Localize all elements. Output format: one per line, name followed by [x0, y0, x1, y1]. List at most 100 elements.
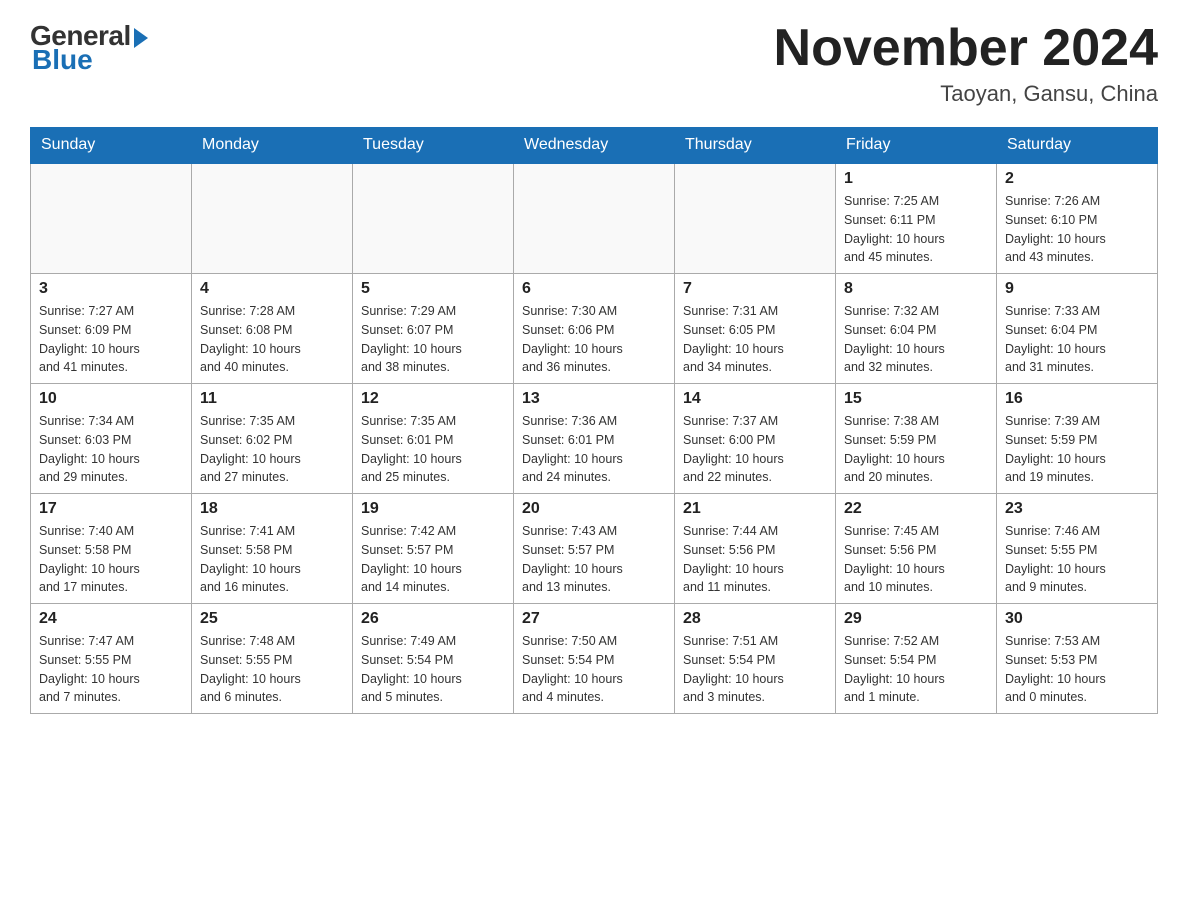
page-header: General Blue November 2024 Taoyan, Gansu… [30, 20, 1158, 107]
calendar-cell: 7 Sunrise: 7:31 AM Sunset: 6:05 PM Daylig… [675, 274, 836, 384]
day-info: Sunrise: 7:45 AM Sunset: 5:56 PM Dayligh… [844, 522, 988, 597]
calendar-cell: 6 Sunrise: 7:30 AM Sunset: 6:06 PM Daylig… [514, 274, 675, 384]
day-info: Sunrise: 7:28 AM Sunset: 6:08 PM Dayligh… [200, 302, 344, 377]
day-info: Sunrise: 7:38 AM Sunset: 5:59 PM Dayligh… [844, 412, 988, 487]
day-info: Sunrise: 7:44 AM Sunset: 5:56 PM Dayligh… [683, 522, 827, 597]
calendar-cell: 26 Sunrise: 7:49 AM Sunset: 5:54 PM Dayli… [353, 604, 514, 714]
weekday-header-monday: Monday [192, 128, 353, 164]
day-number: 22 [844, 500, 988, 518]
day-info: Sunrise: 7:30 AM Sunset: 6:06 PM Dayligh… [522, 302, 666, 377]
calendar-cell: 19Sunrise: 7:42 AM Sunset: 5:57 PM Dayli… [353, 494, 514, 604]
day-info: Sunrise: 7:25 AM Sunset: 6:11 PM Dayligh… [844, 192, 988, 267]
calendar-cell: 3 Sunrise: 7:27 AM Sunset: 6:09 PM Daylig… [31, 274, 192, 384]
calendar-cell: 5 Sunrise: 7:29 AM Sunset: 6:07 PM Daylig… [353, 274, 514, 384]
calendar-cell: 1Sunrise: 7:25 AM Sunset: 6:11 PM Daylig… [836, 163, 997, 274]
weekday-header-row: SundayMondayTuesdayWednesdayThursdayFrid… [31, 128, 1158, 164]
weekday-header-thursday: Thursday [675, 128, 836, 164]
title-block: November 2024 Taoyan, Gansu, China [774, 20, 1158, 107]
day-info: Sunrise: 7:41 AM Sunset: 5:58 PM Dayligh… [200, 522, 344, 597]
logo-blue-text: Blue [32, 44, 93, 76]
week-row-2: 3 Sunrise: 7:27 AM Sunset: 6:09 PM Daylig… [31, 274, 1158, 384]
day-number: 3 [39, 280, 183, 298]
calendar-cell: 17Sunrise: 7:40 AM Sunset: 5:58 PM Dayli… [31, 494, 192, 604]
day-number: 30 [1005, 610, 1149, 628]
calendar-cell: 11Sunrise: 7:35 AM Sunset: 6:02 PM Dayli… [192, 384, 353, 494]
calendar-table: SundayMondayTuesdayWednesdayThursdayFrid… [30, 127, 1158, 714]
day-number: 14 [683, 390, 827, 408]
calendar-cell: 8Sunrise: 7:32 AM Sunset: 6:04 PM Daylig… [836, 274, 997, 384]
day-number: 7 [683, 280, 827, 298]
day-info: Sunrise: 7:36 AM Sunset: 6:01 PM Dayligh… [522, 412, 666, 487]
day-number: 26 [361, 610, 505, 628]
month-title: November 2024 [774, 20, 1158, 77]
day-info: Sunrise: 7:33 AM Sunset: 6:04 PM Dayligh… [1005, 302, 1149, 377]
day-number: 10 [39, 390, 183, 408]
calendar-cell: 10Sunrise: 7:34 AM Sunset: 6:03 PM Dayli… [31, 384, 192, 494]
calendar-cell: 29 Sunrise: 7:52 AM Sunset: 5:54 PM Dayli… [836, 604, 997, 714]
calendar-cell [192, 163, 353, 274]
day-info: Sunrise: 7:32 AM Sunset: 6:04 PM Dayligh… [844, 302, 988, 377]
calendar-cell [675, 163, 836, 274]
day-info: Sunrise: 7:48 AM Sunset: 5:55 PM Dayligh… [200, 632, 344, 707]
calendar-cell: 23 Sunrise: 7:46 AM Sunset: 5:55 PM Dayli… [997, 494, 1158, 604]
logo-arrow-icon [134, 28, 148, 48]
week-row-1: 1Sunrise: 7:25 AM Sunset: 6:11 PM Daylig… [31, 163, 1158, 274]
day-number: 29 [844, 610, 988, 628]
calendar-cell: 16Sunrise: 7:39 AM Sunset: 5:59 PM Dayli… [997, 384, 1158, 494]
calendar-cell: 15Sunrise: 7:38 AM Sunset: 5:59 PM Dayli… [836, 384, 997, 494]
day-number: 2 [1005, 170, 1149, 188]
day-number: 28 [683, 610, 827, 628]
location-text: Taoyan, Gansu, China [774, 81, 1158, 107]
day-info: Sunrise: 7:47 AM Sunset: 5:55 PM Dayligh… [39, 632, 183, 707]
calendar-cell: 24 Sunrise: 7:47 AM Sunset: 5:55 PM Dayli… [31, 604, 192, 714]
day-number: 21 [683, 500, 827, 518]
weekday-header-wednesday: Wednesday [514, 128, 675, 164]
calendar-cell: 2 Sunrise: 7:26 AM Sunset: 6:10 PM Daylig… [997, 163, 1158, 274]
day-number: 13 [522, 390, 666, 408]
day-info: Sunrise: 7:46 AM Sunset: 5:55 PM Dayligh… [1005, 522, 1149, 597]
day-number: 27 [522, 610, 666, 628]
calendar-cell [353, 163, 514, 274]
day-number: 11 [200, 390, 344, 408]
day-info: Sunrise: 7:53 AM Sunset: 5:53 PM Dayligh… [1005, 632, 1149, 707]
day-info: Sunrise: 7:49 AM Sunset: 5:54 PM Dayligh… [361, 632, 505, 707]
day-number: 5 [361, 280, 505, 298]
weekday-header-tuesday: Tuesday [353, 128, 514, 164]
weekday-header-saturday: Saturday [997, 128, 1158, 164]
day-info: Sunrise: 7:27 AM Sunset: 6:09 PM Dayligh… [39, 302, 183, 377]
calendar-cell: 30 Sunrise: 7:53 AM Sunset: 5:53 PM Dayli… [997, 604, 1158, 714]
logo: General Blue [30, 20, 148, 76]
week-row-3: 10Sunrise: 7:34 AM Sunset: 6:03 PM Dayli… [31, 384, 1158, 494]
day-info: Sunrise: 7:26 AM Sunset: 6:10 PM Dayligh… [1005, 192, 1149, 267]
calendar-cell: 20Sunrise: 7:43 AM Sunset: 5:57 PM Dayli… [514, 494, 675, 604]
calendar-cell [514, 163, 675, 274]
calendar-body: 1Sunrise: 7:25 AM Sunset: 6:11 PM Daylig… [31, 163, 1158, 714]
calendar-cell: 21 Sunrise: 7:44 AM Sunset: 5:56 PM Dayli… [675, 494, 836, 604]
weekday-header-friday: Friday [836, 128, 997, 164]
day-info: Sunrise: 7:35 AM Sunset: 6:01 PM Dayligh… [361, 412, 505, 487]
calendar-cell: 25 Sunrise: 7:48 AM Sunset: 5:55 PM Dayli… [192, 604, 353, 714]
calendar-cell: 9 Sunrise: 7:33 AM Sunset: 6:04 PM Daylig… [997, 274, 1158, 384]
day-info: Sunrise: 7:31 AM Sunset: 6:05 PM Dayligh… [683, 302, 827, 377]
calendar-cell: 13 Sunrise: 7:36 AM Sunset: 6:01 PM Dayli… [514, 384, 675, 494]
day-info: Sunrise: 7:51 AM Sunset: 5:54 PM Dayligh… [683, 632, 827, 707]
calendar-cell: 28 Sunrise: 7:51 AM Sunset: 5:54 PM Dayli… [675, 604, 836, 714]
day-number: 18 [200, 500, 344, 518]
day-info: Sunrise: 7:29 AM Sunset: 6:07 PM Dayligh… [361, 302, 505, 377]
weekday-header-sunday: Sunday [31, 128, 192, 164]
day-info: Sunrise: 7:52 AM Sunset: 5:54 PM Dayligh… [844, 632, 988, 707]
day-number: 6 [522, 280, 666, 298]
calendar-cell: 18 Sunrise: 7:41 AM Sunset: 5:58 PM Dayli… [192, 494, 353, 604]
day-info: Sunrise: 7:43 AM Sunset: 5:57 PM Dayligh… [522, 522, 666, 597]
day-info: Sunrise: 7:50 AM Sunset: 5:54 PM Dayligh… [522, 632, 666, 707]
week-row-4: 17Sunrise: 7:40 AM Sunset: 5:58 PM Dayli… [31, 494, 1158, 604]
day-number: 25 [200, 610, 344, 628]
day-info: Sunrise: 7:42 AM Sunset: 5:57 PM Dayligh… [361, 522, 505, 597]
day-number: 24 [39, 610, 183, 628]
day-number: 9 [1005, 280, 1149, 298]
day-info: Sunrise: 7:40 AM Sunset: 5:58 PM Dayligh… [39, 522, 183, 597]
calendar-cell: 12Sunrise: 7:35 AM Sunset: 6:01 PM Dayli… [353, 384, 514, 494]
day-number: 4 [200, 280, 344, 298]
day-number: 23 [1005, 500, 1149, 518]
day-info: Sunrise: 7:39 AM Sunset: 5:59 PM Dayligh… [1005, 412, 1149, 487]
